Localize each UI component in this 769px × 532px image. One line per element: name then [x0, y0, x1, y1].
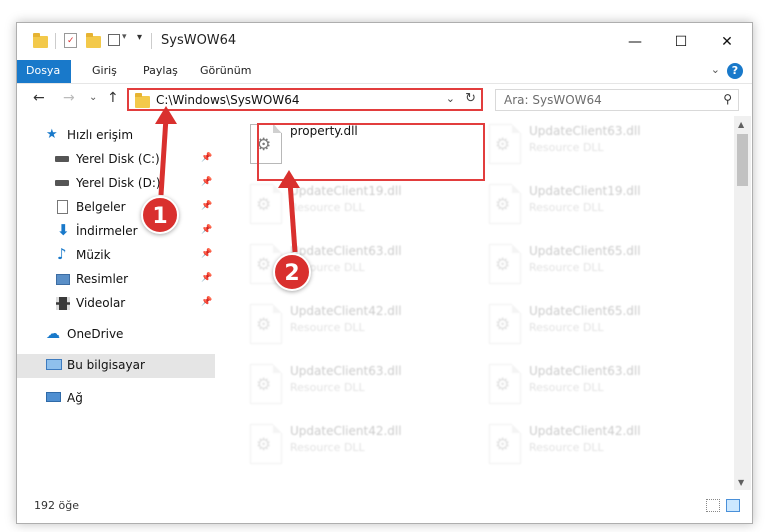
arrow-2-head [278, 170, 300, 188]
step-2-badge: 2 [273, 253, 311, 291]
annotation-arrows [155, 106, 300, 253]
arrow-1-head [155, 106, 177, 124]
step-1-badge: 1 [141, 196, 179, 234]
arrow-2-line [287, 181, 298, 253]
arrow-1-line [158, 117, 169, 196]
